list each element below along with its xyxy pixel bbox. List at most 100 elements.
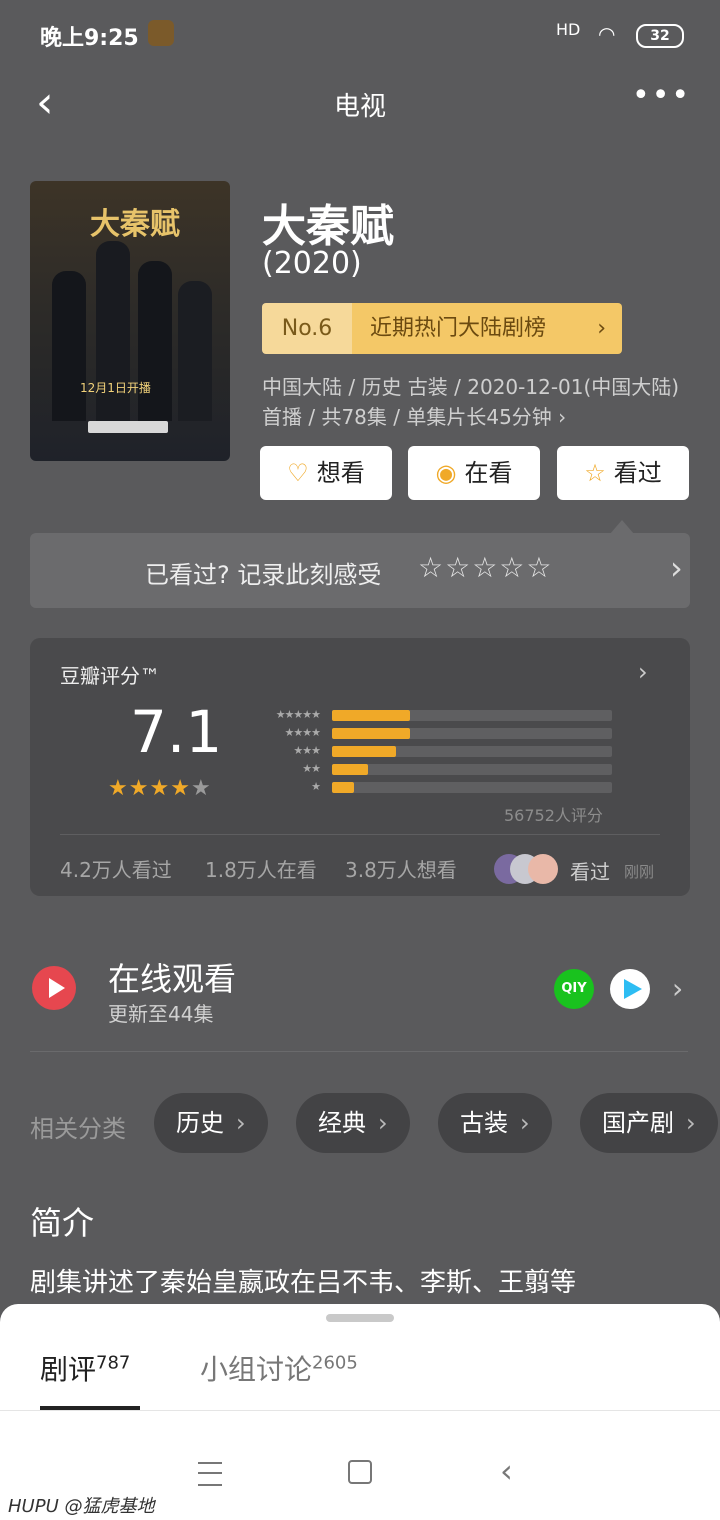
rank-number: No.6	[262, 303, 352, 354]
tab-reviews-label: 剧评	[40, 1353, 97, 1386]
drag-handle[interactable]	[326, 1314, 394, 1322]
menu-icon[interactable]	[198, 1462, 222, 1486]
tag-label: 经典	[318, 1109, 366, 1137]
poster-figure	[52, 271, 86, 421]
movie-meta-text: 中国大陆 / 历史 古装 / 2020-12-01(中国大陆)首播 / 共78集…	[262, 375, 680, 429]
tag-domestic-drama[interactable]: 国产剧 ›	[580, 1093, 718, 1153]
friend-status: 看过	[570, 860, 610, 884]
rank-badge[interactable]: No.6 近期热门大陆剧榜 ›	[262, 303, 622, 354]
distribution-stars: ★★	[302, 762, 321, 775]
online-watch-title[interactable]: 在线观看	[108, 954, 236, 1000]
distribution-bar	[332, 764, 369, 775]
poster-figure	[178, 281, 212, 421]
intro-text: 剧集讲述了秦始皇嬴政在吕不韦、李斯、王翦等	[30, 1268, 577, 1298]
tencent-video-icon[interactable]	[610, 969, 650, 1009]
heart-plus-icon: ♡	[287, 459, 309, 487]
distribution-bar	[332, 746, 397, 757]
watermark: HUPU @猛虎基地	[8, 1496, 155, 1517]
rating-stars-input[interactable]: ☆☆☆☆☆	[418, 551, 554, 584]
star-icon: ★	[149, 776, 171, 801]
rating-stars: ★★★★★	[108, 776, 212, 801]
distribution-row: ★★★★	[252, 724, 612, 742]
signal-icon: HD	[556, 20, 581, 39]
status-bar: 晚上9:25 HD ◠ 32	[0, 0, 720, 70]
watching-count: 1.8万人在看	[205, 858, 317, 882]
target-icon: ◉	[435, 459, 457, 487]
rate-prompt-text: 已看过? 记录此刻感受	[145, 561, 382, 589]
poster-figure	[138, 261, 172, 421]
distribution-stars: ★	[311, 780, 321, 793]
chevron-right-icon: ›	[520, 1109, 530, 1137]
friend-avatars[interactable]	[494, 854, 564, 884]
chevron-right-icon[interactable]: ›	[672, 972, 683, 1005]
rating-panel[interactable]: 豆瓣评分™ › 7.1 ★★★★★ ★★★★★ ★★★★ ★★★ ★★ ★ 56…	[30, 638, 690, 896]
tag-classic[interactable]: 经典 ›	[296, 1093, 410, 1153]
want-label: 想看	[316, 459, 365, 487]
tag-label: 古装	[460, 1109, 508, 1137]
bottom-sheet[interactable]: 剧评787 小组讨论2605	[0, 1304, 720, 1424]
chevron-right-icon: ›	[558, 405, 567, 429]
avatar	[528, 854, 558, 884]
chevron-right-icon: ›	[686, 1109, 696, 1137]
watched-button[interactable]: ☆ 看过	[557, 446, 689, 500]
poster-logos	[88, 421, 168, 433]
distribution-stars: ★★★	[293, 744, 321, 757]
divider	[30, 1051, 688, 1052]
want-count: 3.8万人想看	[345, 858, 457, 882]
related-tags-label: 相关分类	[30, 1115, 126, 1143]
chevron-right-icon: ›	[670, 549, 683, 587]
rate-prompt[interactable]: 已看过? 记录此刻感受 ☆☆☆☆☆ ›	[30, 533, 690, 608]
iqiyi-icon[interactable]: QIY	[554, 969, 594, 1009]
wifi-icon: ◠	[598, 22, 616, 46]
chevron-right-icon: ›	[597, 316, 606, 341]
want-button[interactable]: ♡ 想看	[260, 446, 392, 500]
star-icon: ★	[108, 776, 129, 801]
back-icon[interactable]: ‹	[500, 1452, 513, 1490]
poster-image[interactable]: 大秦赋 12月1日开播	[30, 181, 230, 461]
tag-costume[interactable]: 古装 ›	[438, 1093, 552, 1153]
status-time: 晚上9:25	[40, 26, 139, 51]
watched-label: 看过	[613, 459, 662, 487]
star-outline-icon: ☆	[584, 459, 606, 487]
divider	[0, 1410, 720, 1411]
rank-list-name: 近期热门大陆剧榜	[352, 303, 622, 354]
chevron-right-icon: ›	[378, 1109, 388, 1137]
tag-label: 历史	[176, 1109, 224, 1137]
poster-date: 12月1日开播	[80, 381, 151, 395]
distribution-bar	[332, 782, 355, 793]
movie-meta[interactable]: 中国大陆 / 历史 古装 / 2020-12-01(中国大陆)首播 / 共78集…	[262, 372, 692, 432]
star-icon: ★	[128, 776, 150, 801]
tag-label: 国产剧	[602, 1109, 674, 1137]
divider	[60, 834, 660, 835]
tag-history[interactable]: 历史 ›	[154, 1093, 268, 1153]
page-title: 电视	[333, 92, 386, 122]
avatar-icon	[148, 20, 174, 46]
tab-groups[interactable]: 小组讨论2605	[200, 1348, 358, 1388]
distribution-stars: ★★★★	[284, 726, 321, 739]
distribution-bar	[332, 710, 411, 721]
watched-count: 4.2万人看过	[60, 858, 172, 882]
more-icon[interactable]: •••	[632, 78, 691, 113]
movie-title: 大秦赋	[262, 201, 394, 252]
tab-groups-label: 小组讨论	[200, 1353, 313, 1386]
chevron-right-icon: ›	[236, 1109, 246, 1137]
movie-year: (2020)	[262, 246, 362, 281]
rating-count: 56752人评分	[504, 806, 603, 825]
play-icon[interactable]	[32, 966, 76, 1010]
home-icon[interactable]	[348, 1460, 372, 1484]
poster-title: 大秦赋	[90, 207, 180, 242]
intro-heading: 简介	[30, 1204, 95, 1242]
distribution-bar	[332, 728, 411, 739]
distribution-row: ★★	[252, 760, 612, 778]
friend-time: 刚刚	[624, 863, 655, 881]
distribution-row: ★★★	[252, 742, 612, 760]
distribution-stars: ★★★★★	[275, 708, 321, 721]
battery-icon: 32	[636, 24, 684, 48]
distribution-row: ★	[252, 778, 612, 796]
callout-pointer	[610, 520, 634, 534]
watching-button[interactable]: ◉ 在看	[408, 446, 540, 500]
top-nav: ‹ 电视 •••	[0, 70, 720, 140]
groups-count: 2605	[312, 1352, 358, 1374]
tab-reviews[interactable]: 剧评787	[40, 1348, 130, 1388]
reviews-count: 787	[96, 1352, 131, 1374]
